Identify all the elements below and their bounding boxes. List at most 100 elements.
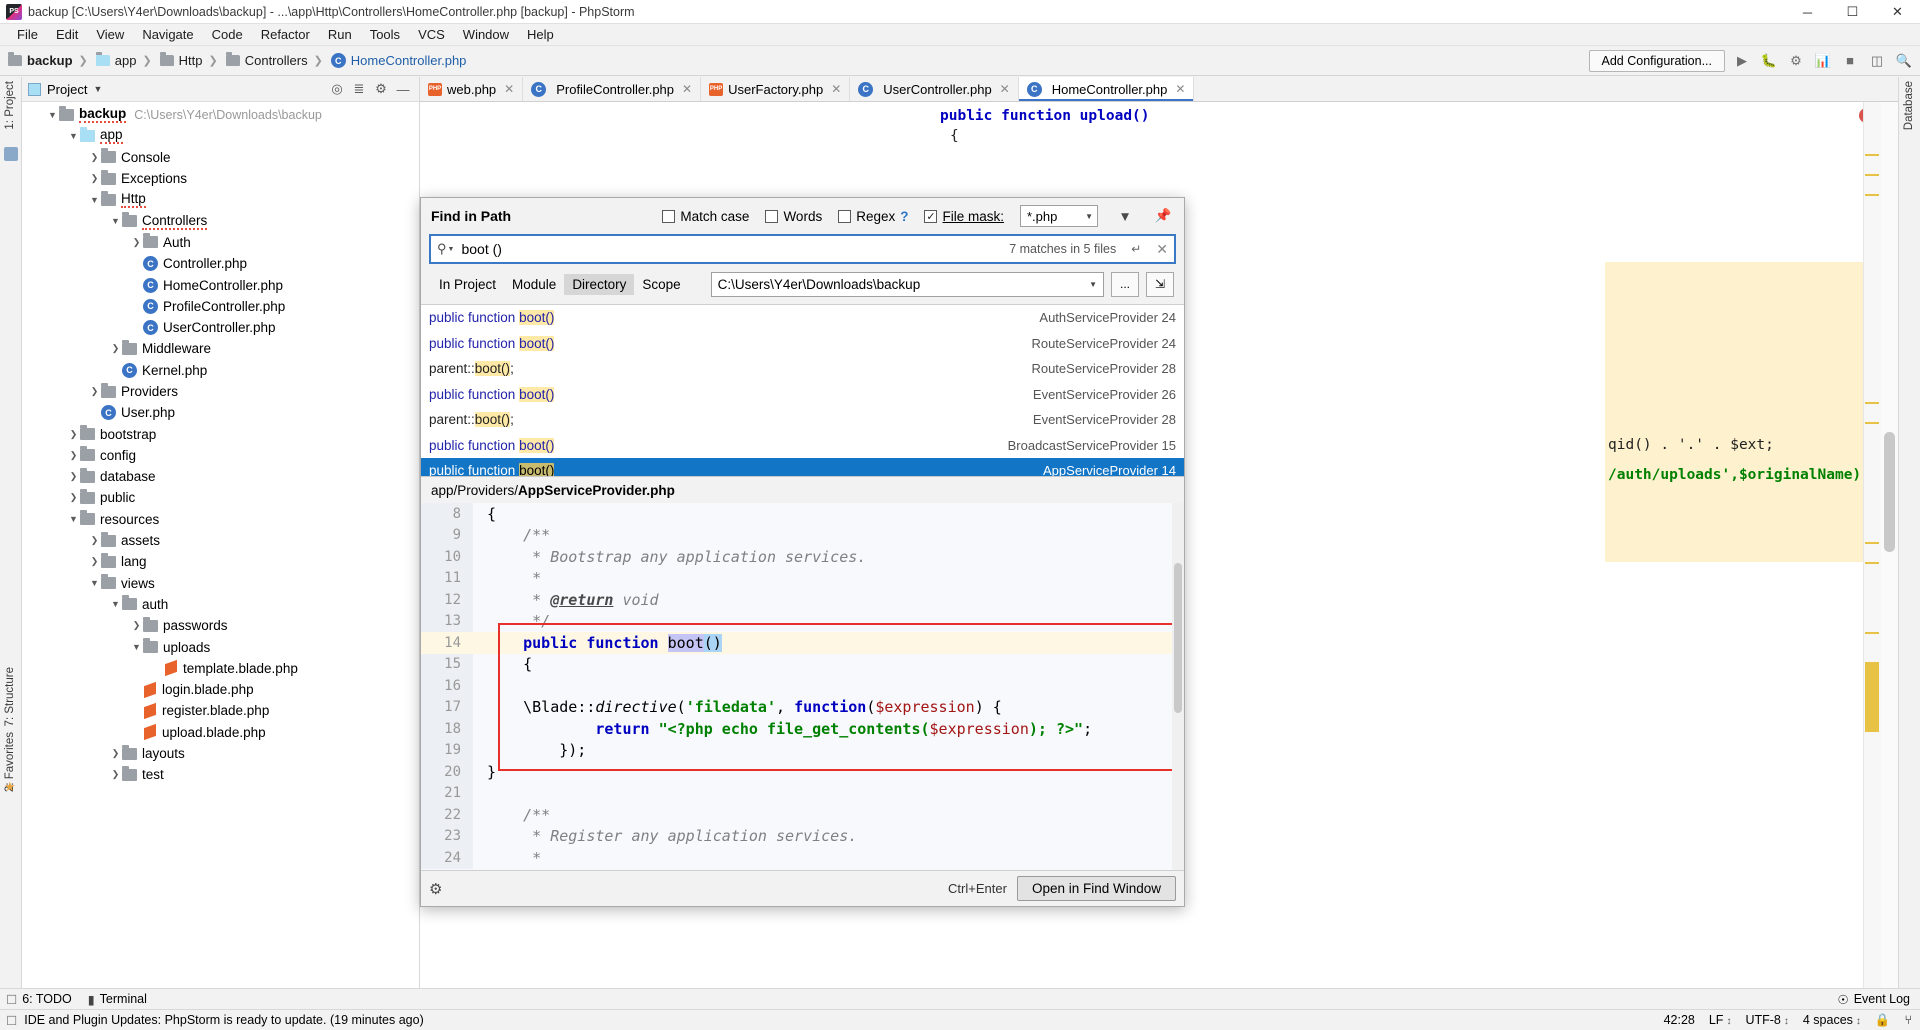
- toolwindow-event-log[interactable]: ☉ Event Log: [1837, 992, 1910, 1007]
- chevron-right-icon[interactable]: ❯: [130, 237, 143, 248]
- menu-window[interactable]: Window: [454, 25, 518, 44]
- run-icon[interactable]: ▶: [1732, 51, 1752, 71]
- tree-row-login-blade-php[interactable]: login.blade.php: [22, 679, 419, 700]
- chevron-right-icon[interactable]: ❯: [88, 152, 101, 163]
- tree-row-lang[interactable]: ❯ lang: [22, 551, 419, 572]
- menu-file[interactable]: File: [8, 25, 47, 44]
- tree-row-template-blade-php[interactable]: template.blade.php: [22, 658, 419, 679]
- tree-row-kernel-php[interactable]: C Kernel.php: [22, 360, 419, 381]
- tree-row-uploads[interactable]: ▼ uploads: [22, 636, 419, 657]
- find-result-row[interactable]: parent::boot(); EventServiceProvider 28: [421, 407, 1184, 433]
- debug-icon[interactable]: 🐛: [1759, 51, 1779, 71]
- tree-row-assets[interactable]: ❯ assets: [22, 530, 419, 551]
- scope-tab-in-project[interactable]: In Project: [431, 274, 504, 295]
- minimize-button[interactable]: ─: [1785, 0, 1830, 24]
- indent-setting[interactable]: 4 spaces: [1803, 1013, 1861, 1027]
- tree-row-upload-blade-php[interactable]: upload.blade.php: [22, 722, 419, 743]
- breadcrumb-backup[interactable]: backup ❯: [6, 52, 94, 68]
- branch-icon[interactable]: ⑂: [1904, 1013, 1912, 1027]
- coverage-icon[interactable]: ⚙: [1786, 51, 1806, 71]
- close-icon[interactable]: ✕: [1175, 82, 1185, 96]
- chevron-down-icon[interactable]: ▼: [109, 599, 122, 609]
- tree-row-register-blade-php[interactable]: register.blade.php: [22, 700, 419, 721]
- tree-row-exceptions[interactable]: ❯ Exceptions: [22, 168, 419, 189]
- rail-structure-label[interactable]: 7: Structure: [4, 667, 16, 726]
- profile-icon[interactable]: 📊: [1813, 51, 1833, 71]
- gear-icon[interactable]: ⚙: [371, 79, 391, 99]
- browse-directory-button[interactable]: ...: [1111, 271, 1139, 297]
- chevron-down-icon[interactable]: ▼: [130, 642, 143, 652]
- close-icon[interactable]: ✕: [831, 82, 841, 96]
- tree-row-database[interactable]: ❯ database: [22, 466, 419, 487]
- chevron-right-icon[interactable]: ❯: [67, 429, 80, 440]
- tree-row-bootstrap[interactable]: ❯ bootstrap: [22, 423, 419, 444]
- enter-icon[interactable]: ↵: [1131, 242, 1141, 256]
- chevron-right-icon[interactable]: ❯: [67, 450, 80, 461]
- tab-userfactory-php[interactable]: PHP UserFactory.php ✕: [701, 77, 851, 101]
- hide-icon[interactable]: —: [393, 79, 413, 99]
- close-icon[interactable]: ✕: [1000, 82, 1010, 96]
- file-mask-select[interactable]: *.php ▼: [1020, 205, 1098, 227]
- menu-help[interactable]: Help: [518, 25, 563, 44]
- file-encoding[interactable]: UTF-8: [1745, 1013, 1788, 1027]
- toolwindow-todo[interactable]: ☐ 6: TODO: [6, 992, 72, 1007]
- collapse-all-icon[interactable]: ≣: [349, 79, 369, 99]
- tree-row-auth[interactable]: ▼ auth: [22, 594, 419, 615]
- tree-row-middleware[interactable]: ❯ Middleware: [22, 338, 419, 359]
- rail-project-label[interactable]: 1: Project: [4, 81, 16, 130]
- tree-row-passwords[interactable]: ❯ passwords: [22, 615, 419, 636]
- stop-icon[interactable]: ■: [1840, 51, 1860, 71]
- tree-row-http[interactable]: ▼ Http: [22, 189, 419, 210]
- menu-tools[interactable]: Tools: [361, 25, 409, 44]
- tree-row-layouts[interactable]: ❯ layouts: [22, 743, 419, 764]
- match-case-checkbox[interactable]: Match case: [662, 209, 749, 224]
- chevron-right-icon[interactable]: ❯: [67, 492, 80, 503]
- filter-icon[interactable]: ▼​: [1114, 205, 1136, 227]
- tree-row-root[interactable]: ▼ backup C:\Users\Y4er\Downloads\backup: [22, 104, 419, 125]
- find-result-row[interactable]: public function boot() EventServiceProvid…: [421, 382, 1184, 408]
- line-separator[interactable]: LF: [1709, 1013, 1732, 1027]
- menu-edit[interactable]: Edit: [47, 25, 87, 44]
- recursive-toggle-button[interactable]: ⇲: [1146, 271, 1174, 297]
- close-button[interactable]: ✕: [1875, 0, 1920, 24]
- find-results-list[interactable]: public function boot() AuthServiceProvide…: [421, 304, 1184, 476]
- file-mask-checkbox[interactable]: ✓ File mask:: [924, 209, 1004, 224]
- rail-database-label[interactable]: Database: [1903, 81, 1915, 130]
- close-icon[interactable]: ✕: [682, 82, 692, 96]
- regex-checkbox[interactable]: Regex ?: [838, 209, 908, 224]
- find-search-field[interactable]: ⚲ ▼ boot () 7 matches in 5 files ↵ ✕: [429, 234, 1176, 264]
- maximize-button[interactable]: ☐: [1830, 0, 1875, 24]
- gear-icon[interactable]: ⚙: [429, 880, 442, 898]
- chevron-right-icon[interactable]: ❯: [109, 769, 122, 780]
- chevron-down-icon[interactable]: ▼: [88, 195, 101, 205]
- tree-row-console[interactable]: ❯ Console: [22, 147, 419, 168]
- editor-vertical-scrollbar[interactable]: [1881, 102, 1898, 988]
- chevron-down-icon[interactable]: ▼: [67, 131, 80, 141]
- tree-row-auth[interactable]: ❯ Auth: [22, 232, 419, 253]
- menu-run[interactable]: Run: [319, 25, 361, 44]
- chevron-down-icon[interactable]: ▼: [67, 514, 80, 524]
- tree-row-resources[interactable]: ▼ resources: [22, 509, 419, 530]
- chevron-down-icon[interactable]: ▼: [88, 578, 101, 588]
- tab-profilecontroller-php[interactable]: C ProfileController.php ✕: [523, 77, 702, 101]
- editor-marker-bar[interactable]: [1863, 102, 1881, 988]
- menu-vcs[interactable]: VCS: [409, 25, 454, 44]
- tree-row-profilecontroller-php[interactable]: C ProfileController.php: [22, 296, 419, 317]
- tree-row-public[interactable]: ❯ public: [22, 487, 419, 508]
- directory-path-combobox[interactable]: C:\Users\Y4er\Downloads\backup ▼: [710, 271, 1104, 297]
- chevron-right-icon[interactable]: ❯: [88, 556, 101, 567]
- chevron-down-icon[interactable]: ▼: [109, 216, 122, 226]
- close-icon[interactable]: ✕: [504, 82, 514, 96]
- preview-scrollbar[interactable]: [1172, 503, 1184, 870]
- tree-row-user-php[interactable]: C User.php: [22, 402, 419, 423]
- toolwindow-terminal[interactable]: ▮ Terminal: [88, 992, 147, 1007]
- regex-help-icon[interactable]: ?: [900, 209, 908, 224]
- breadcrumb-homecontroller[interactable]: C HomeController.php: [329, 53, 469, 68]
- tab-web-php[interactable]: PHP web.php ✕: [420, 77, 524, 101]
- open-in-find-window-button[interactable]: Open in Find Window: [1016, 876, 1176, 901]
- locate-icon[interactable]: ◎: [327, 79, 347, 99]
- clear-icon[interactable]: ✕: [1156, 241, 1168, 258]
- chevron-right-icon[interactable]: ❯: [88, 386, 101, 397]
- menu-refactor[interactable]: Refactor: [252, 25, 319, 44]
- search-everywhere-icon[interactable]: 🔍: [1894, 51, 1914, 71]
